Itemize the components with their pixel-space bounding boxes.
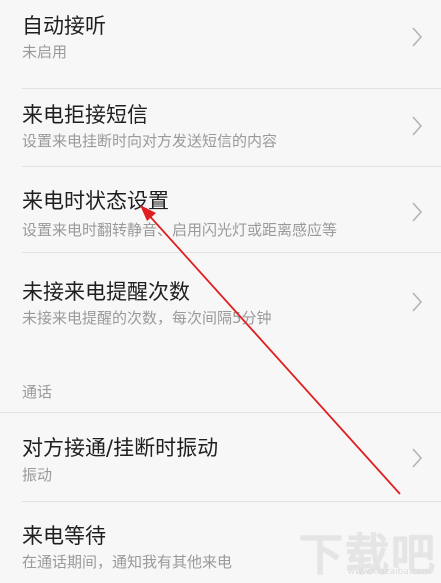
setting-missed-call-reminders[interactable]: 未接来电提醒次数 未接来电提醒的次数，每次间隔5分钟	[0, 253, 441, 340]
setting-title: 未接来电提醒次数	[22, 280, 190, 304]
setting-subtitle: 未接来电提醒的次数，每次间隔5分钟	[22, 309, 272, 327]
setting-title: 对方接通/挂断时振动	[22, 436, 219, 460]
chevron-right-icon	[411, 291, 423, 313]
setting-subtitle: 设置来电挂断时向对方发送短信的内容	[22, 132, 278, 150]
setting-subtitle: 未启用	[22, 43, 68, 61]
setting-title: 来电等待	[22, 524, 106, 548]
setting-subtitle: 设置来电时翻转静音、启用闪光灯或距离感应等	[22, 221, 338, 239]
setting-auto-answer[interactable]: 自动接听 未启用	[0, 0, 441, 88]
section-header-calls: 通话	[22, 383, 53, 401]
chevron-right-icon	[411, 201, 423, 223]
setting-subtitle: 在通话期间，通知我有其他来电	[22, 553, 233, 571]
setting-subtitle: 振动	[22, 466, 53, 484]
chevron-right-icon	[411, 115, 423, 137]
setting-title: 自动接听	[22, 14, 106, 38]
setting-reject-sms[interactable]: 来电拒接短信 设置来电挂断时向对方发送短信的内容	[0, 89, 441, 166]
chevron-right-icon	[411, 26, 423, 48]
setting-vibrate-on-connect[interactable]: 对方接通/挂断时振动 振动	[0, 413, 441, 501]
setting-call-waiting[interactable]: 来电等待 在通话期间，通知我有其他来电	[0, 502, 441, 579]
setting-incoming-status[interactable]: 来电时状态设置 设置来电时翻转静音、启用闪光灯或距离感应等	[0, 167, 441, 252]
setting-title: 来电拒接短信	[22, 103, 148, 127]
chevron-right-icon	[411, 447, 423, 469]
setting-title: 来电时状态设置	[22, 189, 169, 213]
